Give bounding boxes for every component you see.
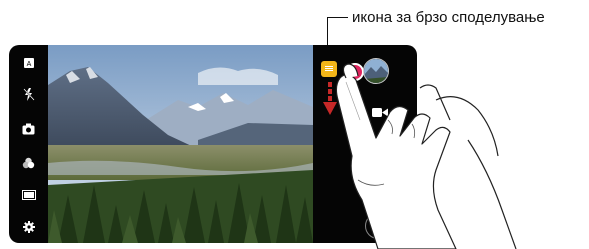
svg-text:A: A [26, 61, 31, 68]
camera-viewfinder[interactable] [48, 45, 313, 243]
mode-icon[interactable]: A [21, 55, 36, 70]
hand-gesture-illustration [335, 63, 517, 249]
flash-off-icon[interactable] [21, 87, 36, 102]
left-toolbar: A [9, 45, 48, 243]
callout-label: икона за брзо споделување [352, 9, 545, 26]
camera-switch-icon[interactable] [21, 121, 36, 136]
settings-icon[interactable] [21, 219, 36, 234]
callout-line [327, 17, 348, 18]
aspect-ratio-icon[interactable] [21, 187, 36, 202]
filter-icon[interactable] [21, 155, 36, 170]
landscape-preview [48, 45, 313, 243]
